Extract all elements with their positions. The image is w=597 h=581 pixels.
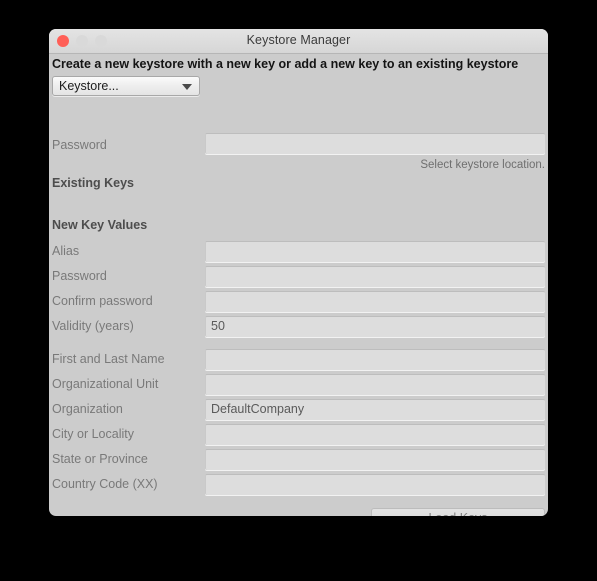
headline-text: Create a new keystore with a new key or … [52,57,519,71]
new-key-values-heading: New Key Values [52,218,148,232]
alias-input[interactable] [205,241,545,262]
first-and-last-name-input[interactable] [205,349,545,370]
city-or-locality-label: City or Locality [52,427,134,441]
confirm-password-input[interactable] [205,291,545,312]
keystore-manager-window: Keystore Manager Create a new keystore w… [49,29,548,516]
new-key-password-input[interactable] [205,266,545,287]
keystore-password-label: Password [52,138,107,152]
city-or-locality-input[interactable] [205,424,545,445]
validity-years-label: Validity (years) [52,319,134,333]
organizational-unit-label: Organizational Unit [52,377,159,391]
organization-value: DefaultCompany [211,402,305,416]
chevron-down-icon [182,84,192,90]
keystore-select[interactable]: Keystore... [52,76,200,96]
window-content: Create a new keystore with a new key or … [49,54,548,516]
load-keys-button[interactable]: Load Keys [371,508,545,516]
keystore-password-input[interactable] [205,133,545,154]
validity-years-input[interactable]: 50 [205,316,545,337]
state-or-province-label: State or Province [52,452,148,466]
organization-input[interactable]: DefaultCompany [205,399,545,420]
new-key-password-label: Password [52,269,107,283]
existing-keys-heading: Existing Keys [52,176,134,190]
state-or-province-input[interactable] [205,449,545,470]
first-and-last-name-label: First and Last Name [52,352,165,366]
keystore-location-hint: Select keystore location. [420,159,545,171]
organizational-unit-input[interactable] [205,374,545,395]
window-title: Keystore Manager [246,33,351,47]
confirm-password-label: Confirm password [52,294,153,308]
organization-label: Organization [52,402,123,416]
load-keys-button-label: Load Keys [372,511,544,516]
alias-label: Alias [52,244,80,258]
validity-years-value: 50 [211,319,225,333]
country-code-label: Country Code (XX) [52,477,158,491]
keystore-select-value: Keystore... [59,79,119,93]
country-code-input[interactable] [205,474,545,495]
window-titlebar: Keystore Manager [49,29,548,54]
